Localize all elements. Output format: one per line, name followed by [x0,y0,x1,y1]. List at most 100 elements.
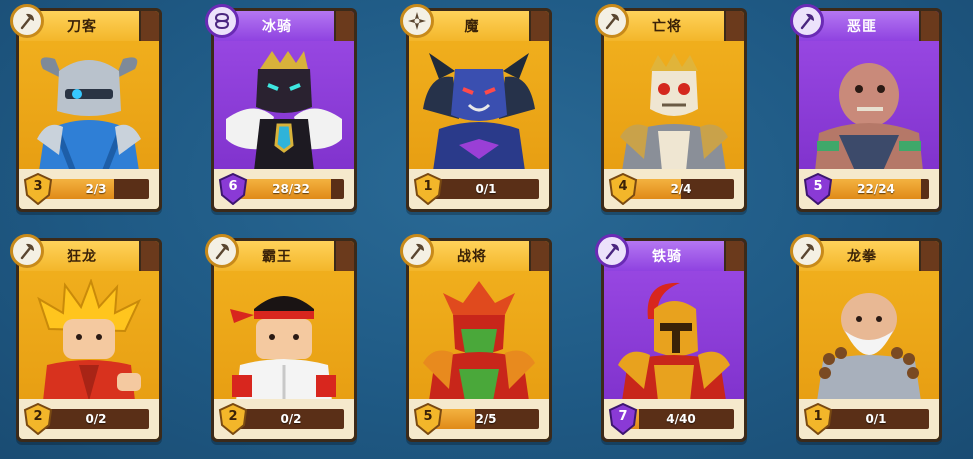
axe-icon [595,234,629,268]
axe-icon [595,4,629,38]
banner-tab [919,11,939,41]
bearded-monk-portrait [817,293,921,401]
blue-armored-knight-portrait [37,57,141,171]
axe-icon [790,234,824,268]
hero-card[interactable]: 亡将 4 2/4 [595,4,747,212]
infinity-icon [205,4,239,38]
axe-icon [10,234,44,268]
axe-icon [400,234,434,268]
red-samurai-portrait [423,281,535,401]
card-footer: 2 0/2 [214,399,354,439]
banner-tab [529,11,549,41]
hero-card[interactable]: 狂龙 2 0/2 [10,234,162,442]
banner-tab [139,241,159,271]
hero-card[interactable]: 战将 5 2/5 [400,234,552,442]
hero-portrait [25,43,153,171]
card-frame: 狂龙 2 0/2 [19,241,159,439]
hero-name: 龙拳 [847,249,877,265]
hero-name: 亡将 [652,19,682,35]
hero-portrait [805,43,933,171]
hero-name: 恶匪 [847,19,877,35]
card-footer: 2 0/2 [19,399,159,439]
hero-level: 3 [33,179,43,194]
banner-tab [724,11,744,41]
shard-progress-bar: 28/32 [238,179,344,199]
spartan-warrior-portrait [618,282,730,401]
hero-level: 4 [618,179,628,194]
hero-level: 6 [228,179,238,194]
hero-name: 狂龙 [67,249,97,265]
hero-name: 魔 [464,19,480,35]
dark-demon-lord-portrait [423,53,535,171]
bald-brute-portrait [815,63,923,171]
hero-card[interactable]: 刀客 3 2/3 [10,4,162,212]
hero-portrait [25,273,153,401]
axe-icon [790,4,824,38]
shard-progress-bar: 2/4 [628,179,734,199]
card-frame: 铁骑 7 4/40 [604,241,744,439]
skeleton-king-portrait [620,53,728,171]
shard-count: 0/1 [475,182,497,196]
hero-card[interactable]: 魔 1 0/1 [400,4,552,212]
card-frame: 冰骑 6 28/32 [214,11,354,209]
hero-portrait [220,273,348,401]
shard-count: 2/4 [670,182,692,196]
shard-progress-bar: 2/3 [43,179,149,199]
card-footer: 1 0/1 [409,169,549,209]
hero-card[interactable]: 冰骑 6 28/32 [205,4,357,212]
hero-level: 1 [813,409,823,424]
card-frame: 恶匪 5 22/24 [799,11,939,209]
hero-portrait [805,273,933,401]
banner-tab [334,241,354,271]
shard-count: 0/2 [280,412,302,426]
card-footer: 1 0/1 [799,399,939,439]
shard-count: 0/2 [85,412,107,426]
shard-count: 2/3 [85,182,107,196]
banner-tab [334,11,354,41]
card-footer: 5 22/24 [799,169,939,209]
hero-level: 5 [813,179,823,194]
shard-progress-bar: 0/2 [43,409,149,429]
shard-count: 4/40 [666,412,696,426]
hero-name: 冰骑 [262,19,292,35]
card-frame: 魔 1 0/1 [409,11,549,209]
hero-portrait [415,43,543,171]
hero-card[interactable]: 铁骑 7 4/40 [595,234,747,442]
spiky-hair-fighter-portrait [37,279,142,401]
ice-knight-portrait [226,51,342,171]
shard-progress-bar: 2/5 [433,409,539,429]
axe-icon [10,4,44,38]
hero-portrait [415,273,543,401]
hero-level: 2 [33,409,43,424]
hero-level: 5 [423,409,433,424]
hero-card-grid: 刀客 3 2/3 冰骑 6 28/32 魔 1 0/1 亡将 4 2/4 恶匪 … [0,0,973,459]
card-footer: 6 28/32 [214,169,354,209]
card-frame: 亡将 4 2/4 [604,11,744,209]
axe-icon [205,234,239,268]
card-footer: 5 2/5 [409,399,549,439]
banner-tab [529,241,549,271]
card-footer: 4 2/4 [604,169,744,209]
shard-count: 28/32 [272,182,310,196]
hero-portrait [610,43,738,171]
hero-portrait [610,273,738,401]
shard-progress-bar: 0/2 [238,409,344,429]
hero-card[interactable]: 恶匪 5 22/24 [790,4,942,212]
hero-level: 1 [423,179,433,194]
hero-name: 铁骑 [652,249,682,265]
compass-icon [400,4,434,38]
hero-card[interactable]: 霸王 2 0/2 [205,234,357,442]
hero-name: 霸王 [262,249,292,265]
banner-tab [139,11,159,41]
card-frame: 战将 5 2/5 [409,241,549,439]
shard-progress-bar: 0/1 [433,179,539,199]
headband-martial-artist-portrait [230,296,336,401]
hero-level: 2 [228,409,238,424]
card-footer: 7 4/40 [604,399,744,439]
shard-progress-bar: 22/24 [823,179,929,199]
card-frame: 龙拳 1 0/1 [799,241,939,439]
hero-name: 战将 [457,249,487,265]
hero-card[interactable]: 龙拳 1 0/1 [790,234,942,442]
banner-tab [724,241,744,271]
card-frame: 霸王 2 0/2 [214,241,354,439]
